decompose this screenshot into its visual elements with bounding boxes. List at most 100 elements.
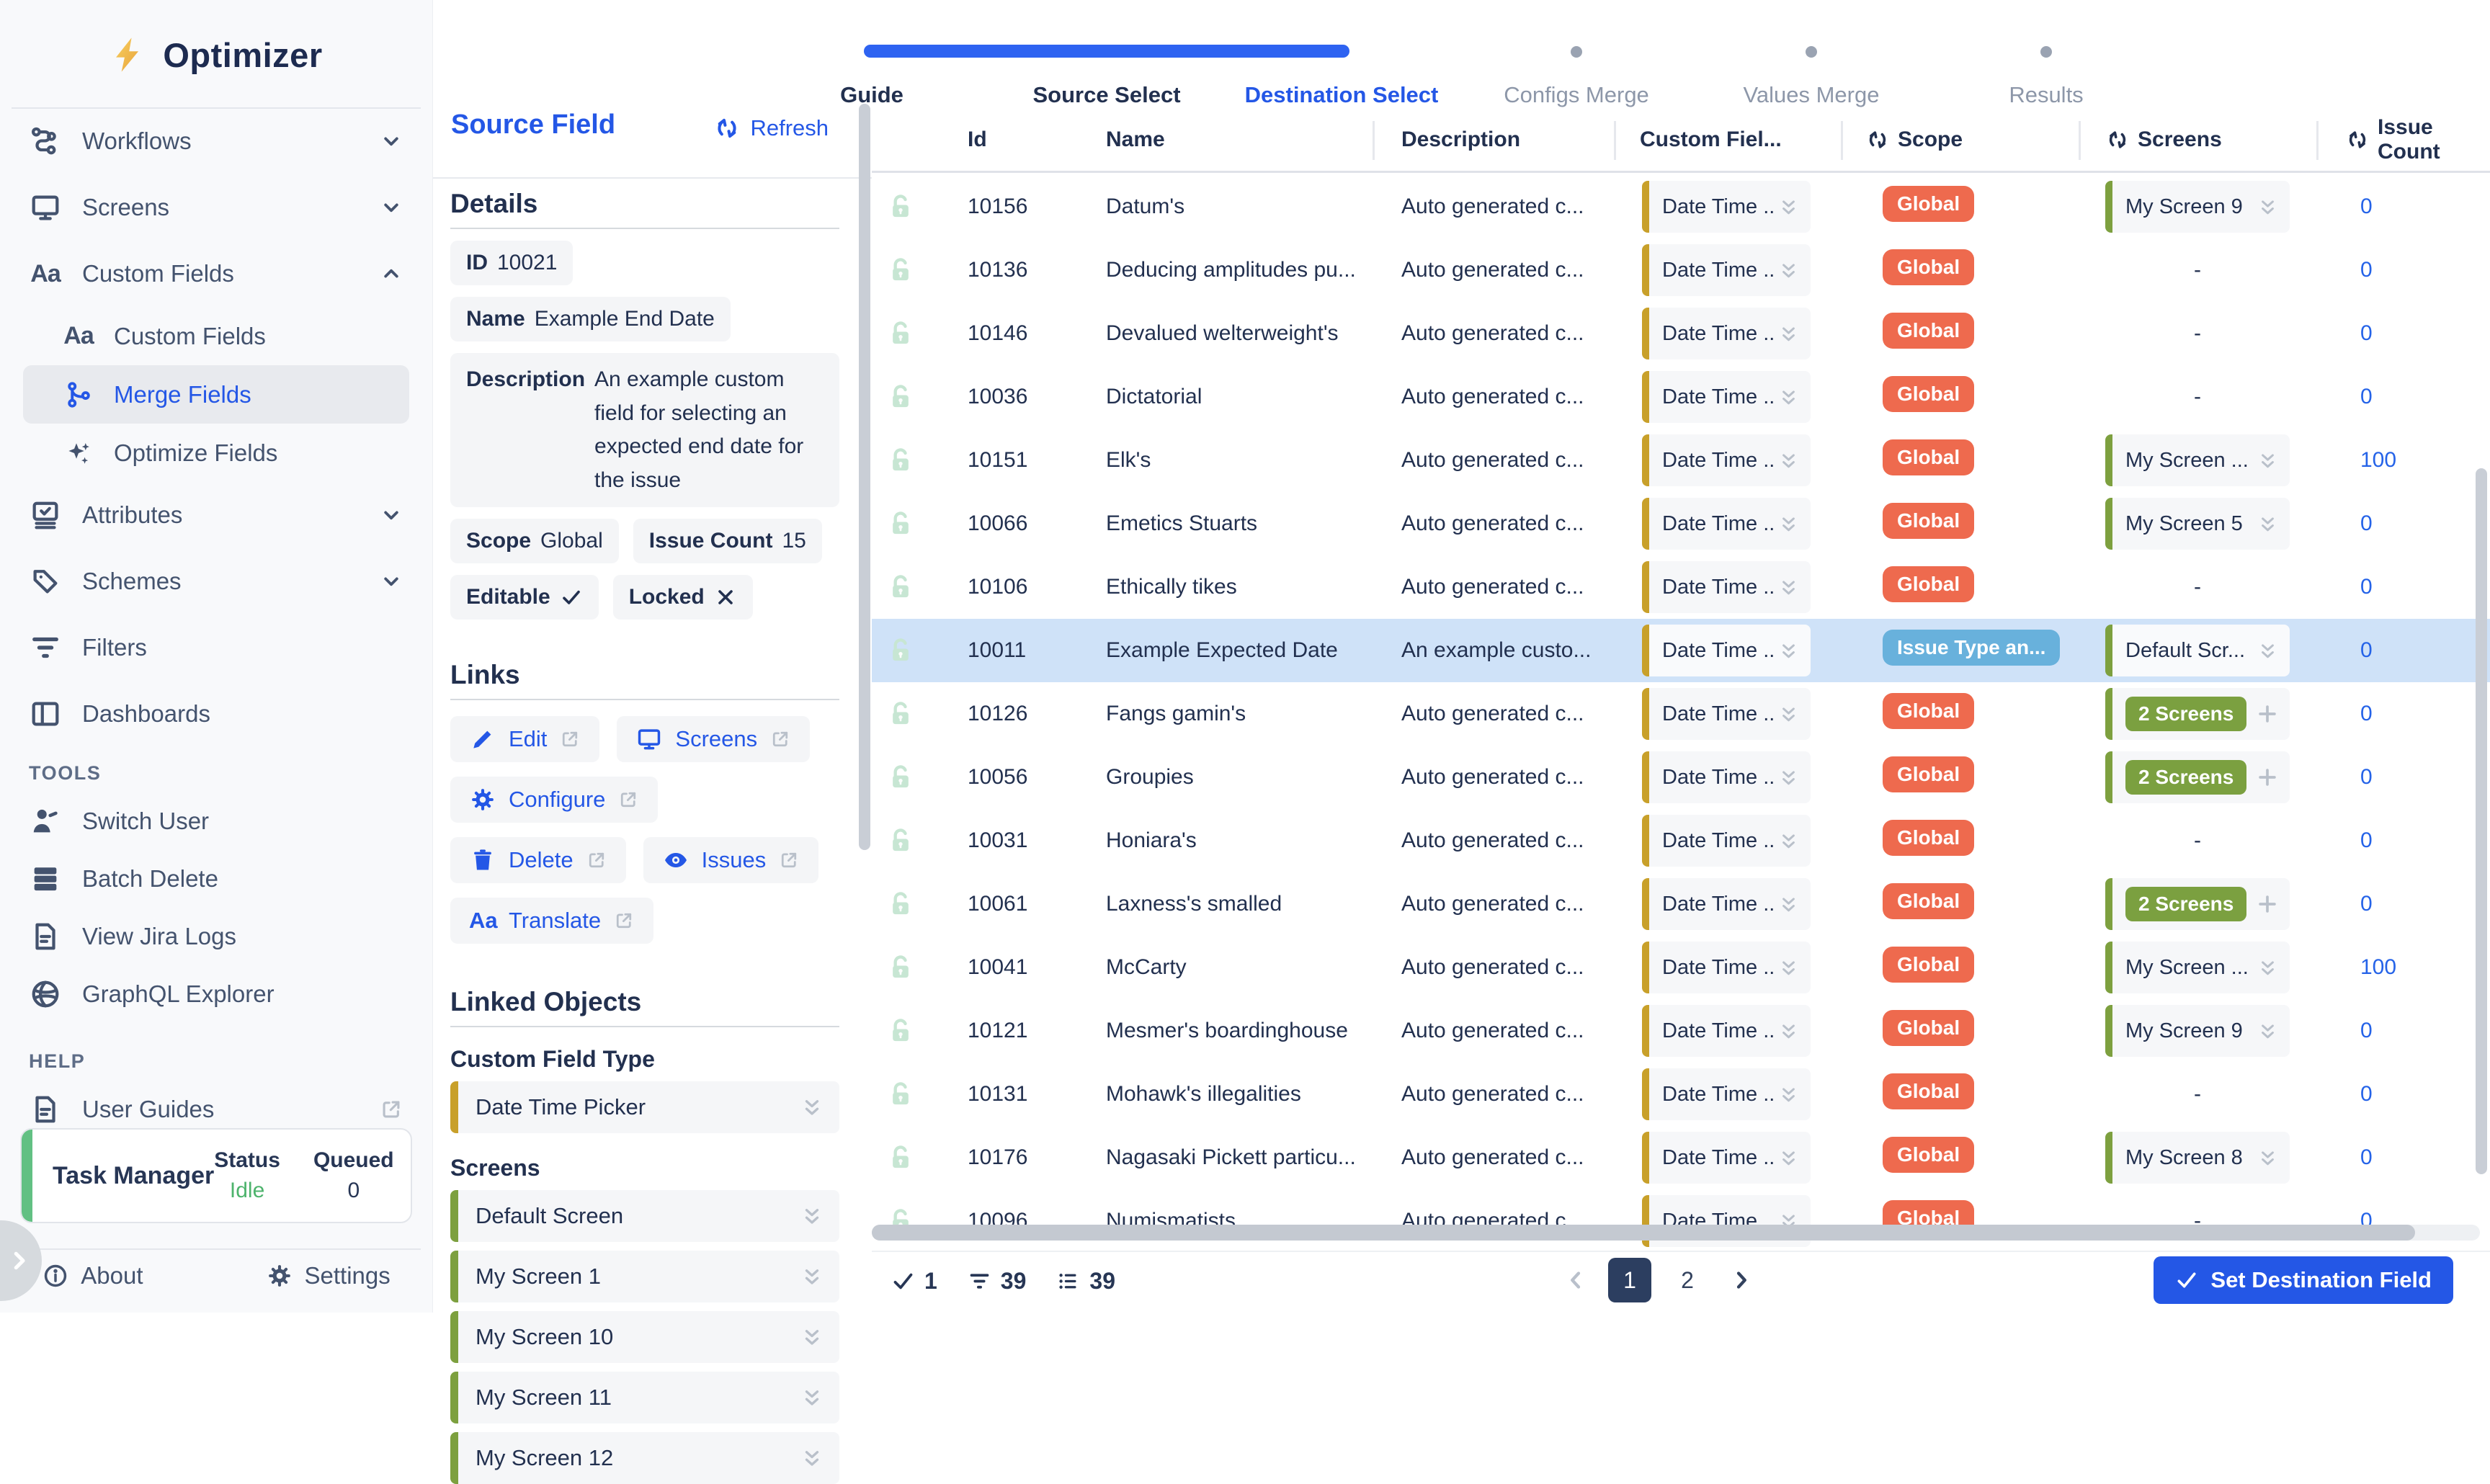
- page-button-1[interactable]: 1: [1608, 1258, 1651, 1302]
- issue-count-link[interactable]: 0: [2360, 892, 2373, 916]
- issue-count-link[interactable]: 0: [2360, 258, 2373, 282]
- custom-field-type-select[interactable]: Date Time ...: [1642, 625, 1811, 676]
- screens-select[interactable]: 2 Screens: [2105, 751, 2290, 803]
- custom-field-type-select[interactable]: Date Time ...: [1642, 878, 1811, 930]
- custom-field-type-select[interactable]: Date Time ...: [1642, 434, 1811, 486]
- custom-field-type-select[interactable]: Date Time ...: [1642, 688, 1811, 740]
- delete-link-button[interactable]: Delete: [450, 837, 626, 883]
- column-header-custom-fiel[interactable]: Custom Fiel...: [1614, 128, 1841, 152]
- column-header-name[interactable]: Name: [1074, 128, 1373, 152]
- sidebar-item-workflows[interactable]: Workflows: [0, 108, 432, 174]
- page-prev-button[interactable]: [1562, 1266, 1589, 1294]
- table-row[interactable]: 10106Ethically tikesAuto generated c...D…: [872, 555, 2490, 619]
- set-destination-field-button[interactable]: Set Destination Field: [2154, 1256, 2453, 1304]
- table-row[interactable]: 10066Emetics StuartsAuto generated c...D…: [872, 492, 2490, 555]
- sidebar-item-merge-fields[interactable]: Merge Fields: [23, 365, 409, 424]
- issue-count-link[interactable]: 0: [2360, 638, 2373, 662]
- screens-select[interactable]: My Screen 9: [2105, 1005, 2290, 1057]
- custom-field-type-select[interactable]: Date Time ...: [1642, 751, 1811, 803]
- sidebar-item-schemes[interactable]: Schemes: [0, 548, 432, 614]
- screen-item-my-screen-11[interactable]: My Screen 11: [450, 1372, 839, 1423]
- sidebar-item-graphql-explorer[interactable]: GraphQL Explorer: [0, 965, 432, 1023]
- step-destination-select[interactable]: Destination Select: [1224, 29, 1459, 115]
- table-row[interactable]: 10096NumismatistsAuto generated c...Date…: [872, 1189, 2490, 1253]
- screen-item-my-screen-10[interactable]: My Screen 10: [450, 1311, 839, 1363]
- column-header-description[interactable]: Description: [1373, 128, 1614, 152]
- screens-select[interactable]: 2 Screens: [2105, 878, 2290, 930]
- issue-count-link[interactable]: 0: [2360, 511, 2373, 535]
- screens-select[interactable]: My Screen ...: [2105, 434, 2290, 486]
- table-row[interactable]: 10126Fangs gamin'sAuto generated c...Dat…: [872, 682, 2490, 746]
- screens-select[interactable]: My Screen 5: [2105, 498, 2290, 550]
- step-results[interactable]: Results: [1929, 29, 2164, 115]
- screens-select[interactable]: My Screen 9: [2105, 181, 2290, 233]
- column-header-scope[interactable]: Scope: [1841, 128, 2079, 152]
- refresh-button[interactable]: Refresh: [714, 115, 829, 141]
- table-row[interactable]: 10121Mesmer's boardinghouseAuto generate…: [872, 999, 2490, 1063]
- issue-count-link[interactable]: 100: [2360, 448, 2396, 472]
- panel-scrollbar[interactable]: [859, 104, 870, 850]
- issue-count-link[interactable]: 0: [2360, 321, 2373, 345]
- task-manager-card[interactable]: Task Manager Status Idle Queued 0: [20, 1128, 412, 1223]
- screen-item-default-screen[interactable]: Default Screen: [450, 1190, 839, 1242]
- table-row[interactable]: 10011Example Expected DateAn example cus…: [872, 619, 2490, 682]
- custom-field-type-select[interactable]: Date Time ...: [1642, 942, 1811, 993]
- sidebar-item-filters[interactable]: Filters: [0, 614, 432, 681]
- screens-select[interactable]: Default Scr...: [2105, 625, 2290, 676]
- custom-field-type-select[interactable]: Date Time ...: [1642, 181, 1811, 233]
- issue-count-link[interactable]: 0: [2360, 1145, 2373, 1169]
- sidebar-item-screens[interactable]: Screens: [0, 174, 432, 241]
- screen-item-my-screen-1[interactable]: My Screen 1: [450, 1251, 839, 1302]
- selected-count[interactable]: 1: [891, 1268, 937, 1295]
- sidebar-item-switch-user[interactable]: Switch User: [0, 792, 432, 850]
- sidebar-item-custom-fields[interactable]: AaCustom Fields: [0, 307, 432, 365]
- table-row[interactable]: 10041McCartyAuto generated c...Date Time…: [872, 936, 2490, 999]
- custom-field-type-select[interactable]: Date Time ...: [1642, 371, 1811, 423]
- table-row[interactable]: 10136Deducing amplitudes pu...Auto gener…: [872, 238, 2490, 302]
- sidebar-item-custom-fields[interactable]: AaCustom Fields: [0, 241, 432, 307]
- table-row[interactable]: 10036DictatorialAuto generated c...Date …: [872, 365, 2490, 429]
- total-count[interactable]: 39: [1056, 1268, 1115, 1295]
- custom-field-type-select[interactable]: Date Time Picker: [450, 1081, 839, 1133]
- screens-link-button[interactable]: Screens: [617, 716, 810, 762]
- custom-field-type-select[interactable]: Date Time ...: [1642, 1068, 1811, 1120]
- table-row[interactable]: 10131Mohawk's illegalitiesAuto generated…: [872, 1063, 2490, 1126]
- step-values-merge[interactable]: Values Merge: [1694, 29, 1929, 115]
- table-row[interactable]: 10176Nagasaki Pickett particu...Auto gen…: [872, 1126, 2490, 1189]
- issue-count-link[interactable]: 0: [2360, 702, 2373, 725]
- table-row[interactable]: 10061Laxness's smalledAuto generated c..…: [872, 872, 2490, 936]
- settings-button[interactable]: Settings: [266, 1262, 391, 1289]
- edit-link-button[interactable]: Edit: [450, 716, 599, 762]
- translate-link-button[interactable]: AaTranslate: [450, 898, 653, 944]
- issue-count-link[interactable]: 0: [2360, 765, 2373, 789]
- issue-count-link[interactable]: 0: [2360, 195, 2373, 218]
- custom-field-type-select[interactable]: Date Time ...: [1642, 561, 1811, 613]
- issue-count-link[interactable]: 0: [2360, 575, 2373, 599]
- column-header-issue-count[interactable]: Issue Count: [2316, 115, 2490, 164]
- vertical-scrollbar[interactable]: [2476, 468, 2487, 1174]
- step-source-select[interactable]: Source Select: [989, 29, 1224, 115]
- column-header-screens[interactable]: Screens: [2079, 128, 2316, 152]
- step-configs-merge[interactable]: Configs Merge: [1459, 29, 1694, 115]
- filtered-count[interactable]: 39: [968, 1268, 1027, 1295]
- table-row[interactable]: 10156Datum'sAuto generated c...Date Time…: [872, 175, 2490, 238]
- issue-count-link[interactable]: 100: [2360, 955, 2396, 979]
- horizontal-scrollbar[interactable]: [872, 1225, 2415, 1241]
- page-button-2[interactable]: 2: [1666, 1258, 1709, 1302]
- screens-select[interactable]: My Screen 8: [2105, 1132, 2290, 1184]
- screen-item-my-screen-12[interactable]: My Screen 12: [450, 1432, 839, 1484]
- custom-field-type-select[interactable]: Date Time ...: [1642, 1005, 1811, 1057]
- custom-field-type-select[interactable]: Date Time ...: [1642, 244, 1811, 296]
- table-row[interactable]: 10031Honiara'sAuto generated c...Date Ti…: [872, 809, 2490, 872]
- custom-field-type-select[interactable]: Date Time ...: [1642, 1132, 1811, 1184]
- sidebar-item-optimize-fields[interactable]: Optimize Fields: [0, 424, 432, 482]
- issue-count-link[interactable]: 0: [2360, 1082, 2373, 1106]
- sidebar-item-dashboards[interactable]: Dashboards: [0, 681, 432, 747]
- custom-field-type-select[interactable]: Date Time ...: [1642, 308, 1811, 359]
- custom-field-type-select[interactable]: Date Time ...: [1642, 815, 1811, 867]
- screens-select[interactable]: 2 Screens: [2105, 688, 2290, 740]
- about-button[interactable]: About: [42, 1262, 143, 1289]
- sidebar-item-batch-delete[interactable]: Batch Delete: [0, 850, 432, 908]
- page-next-button[interactable]: [1728, 1266, 1755, 1294]
- step-guide[interactable]: Guide: [754, 29, 989, 115]
